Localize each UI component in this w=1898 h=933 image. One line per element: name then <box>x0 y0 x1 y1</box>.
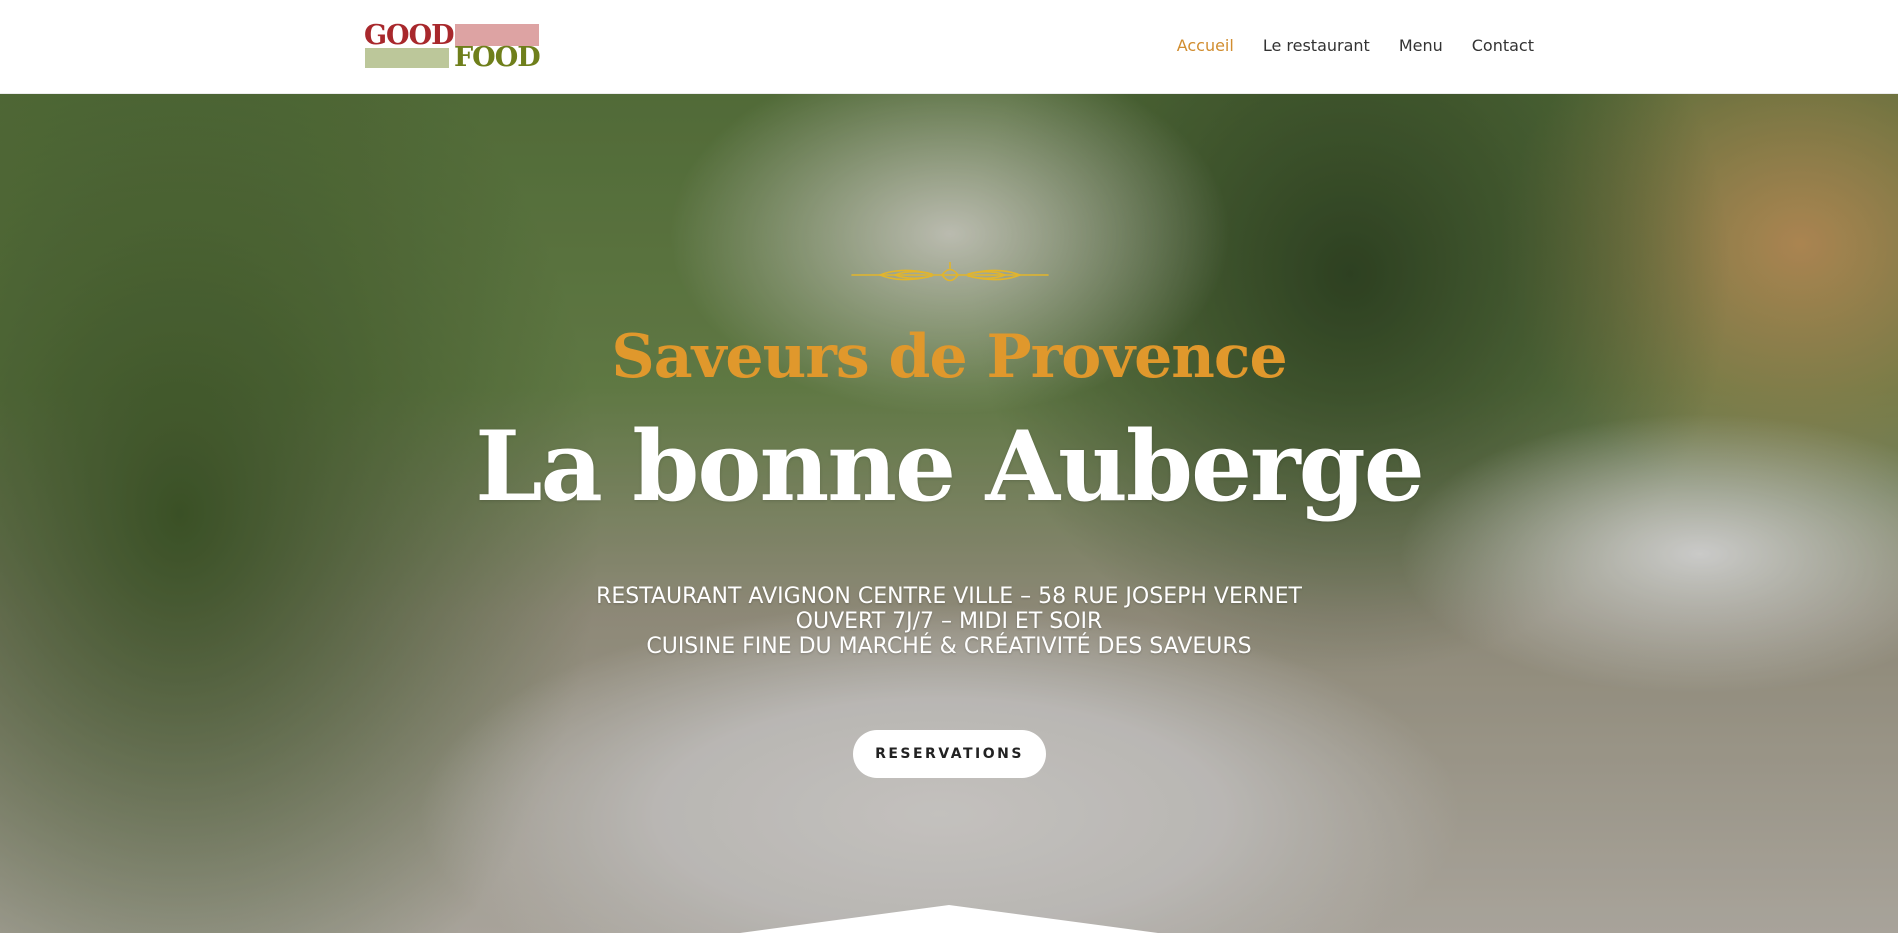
logo-green-block <box>365 48 449 68</box>
hero-title: La bonne Auberge <box>475 410 1425 523</box>
reservations-button[interactable]: RESERVATIONS <box>853 730 1046 778</box>
info-cuisine: CUISINE FINE DU MARCHÉ & CRÉATIVITÉ DES … <box>646 634 1252 659</box>
hero-section: Saveurs de Provence La bonne Auberge RES… <box>0 94 1898 933</box>
main-nav: Accueil Le restaurant Menu Contact <box>1148 35 1534 57</box>
nav-item-contact[interactable]: Contact <box>1472 35 1534 57</box>
nav-item-le-restaurant[interactable]: Le restaurant <box>1263 35 1370 57</box>
hero-tagline: Saveurs de Provence <box>611 322 1287 392</box>
good-food-logo[interactable]: GOOD FOOD <box>364 20 541 73</box>
info-hours: OUVERT 7J/7 – MIDI ET SOIR <box>795 609 1103 634</box>
nav-item-accueil[interactable]: Accueil <box>1177 35 1234 57</box>
logo-word-top: GOOD <box>364 20 455 51</box>
wheat-ornament-icon <box>851 262 1049 282</box>
info-address: RESTAURANT AVIGNON CENTRE VILLE – 58 RUE… <box>596 584 1302 609</box>
logo-word-bottom: FOOD <box>454 42 541 73</box>
section-divider-wedge <box>740 905 1158 933</box>
hero-info: RESTAURANT AVIGNON CENTRE VILLE – 58 RUE… <box>0 584 1898 659</box>
nav-item-menu[interactable]: Menu <box>1399 35 1443 57</box>
site-header: GOOD FOOD Accueil Le restaurant Menu Con… <box>0 0 1898 94</box>
